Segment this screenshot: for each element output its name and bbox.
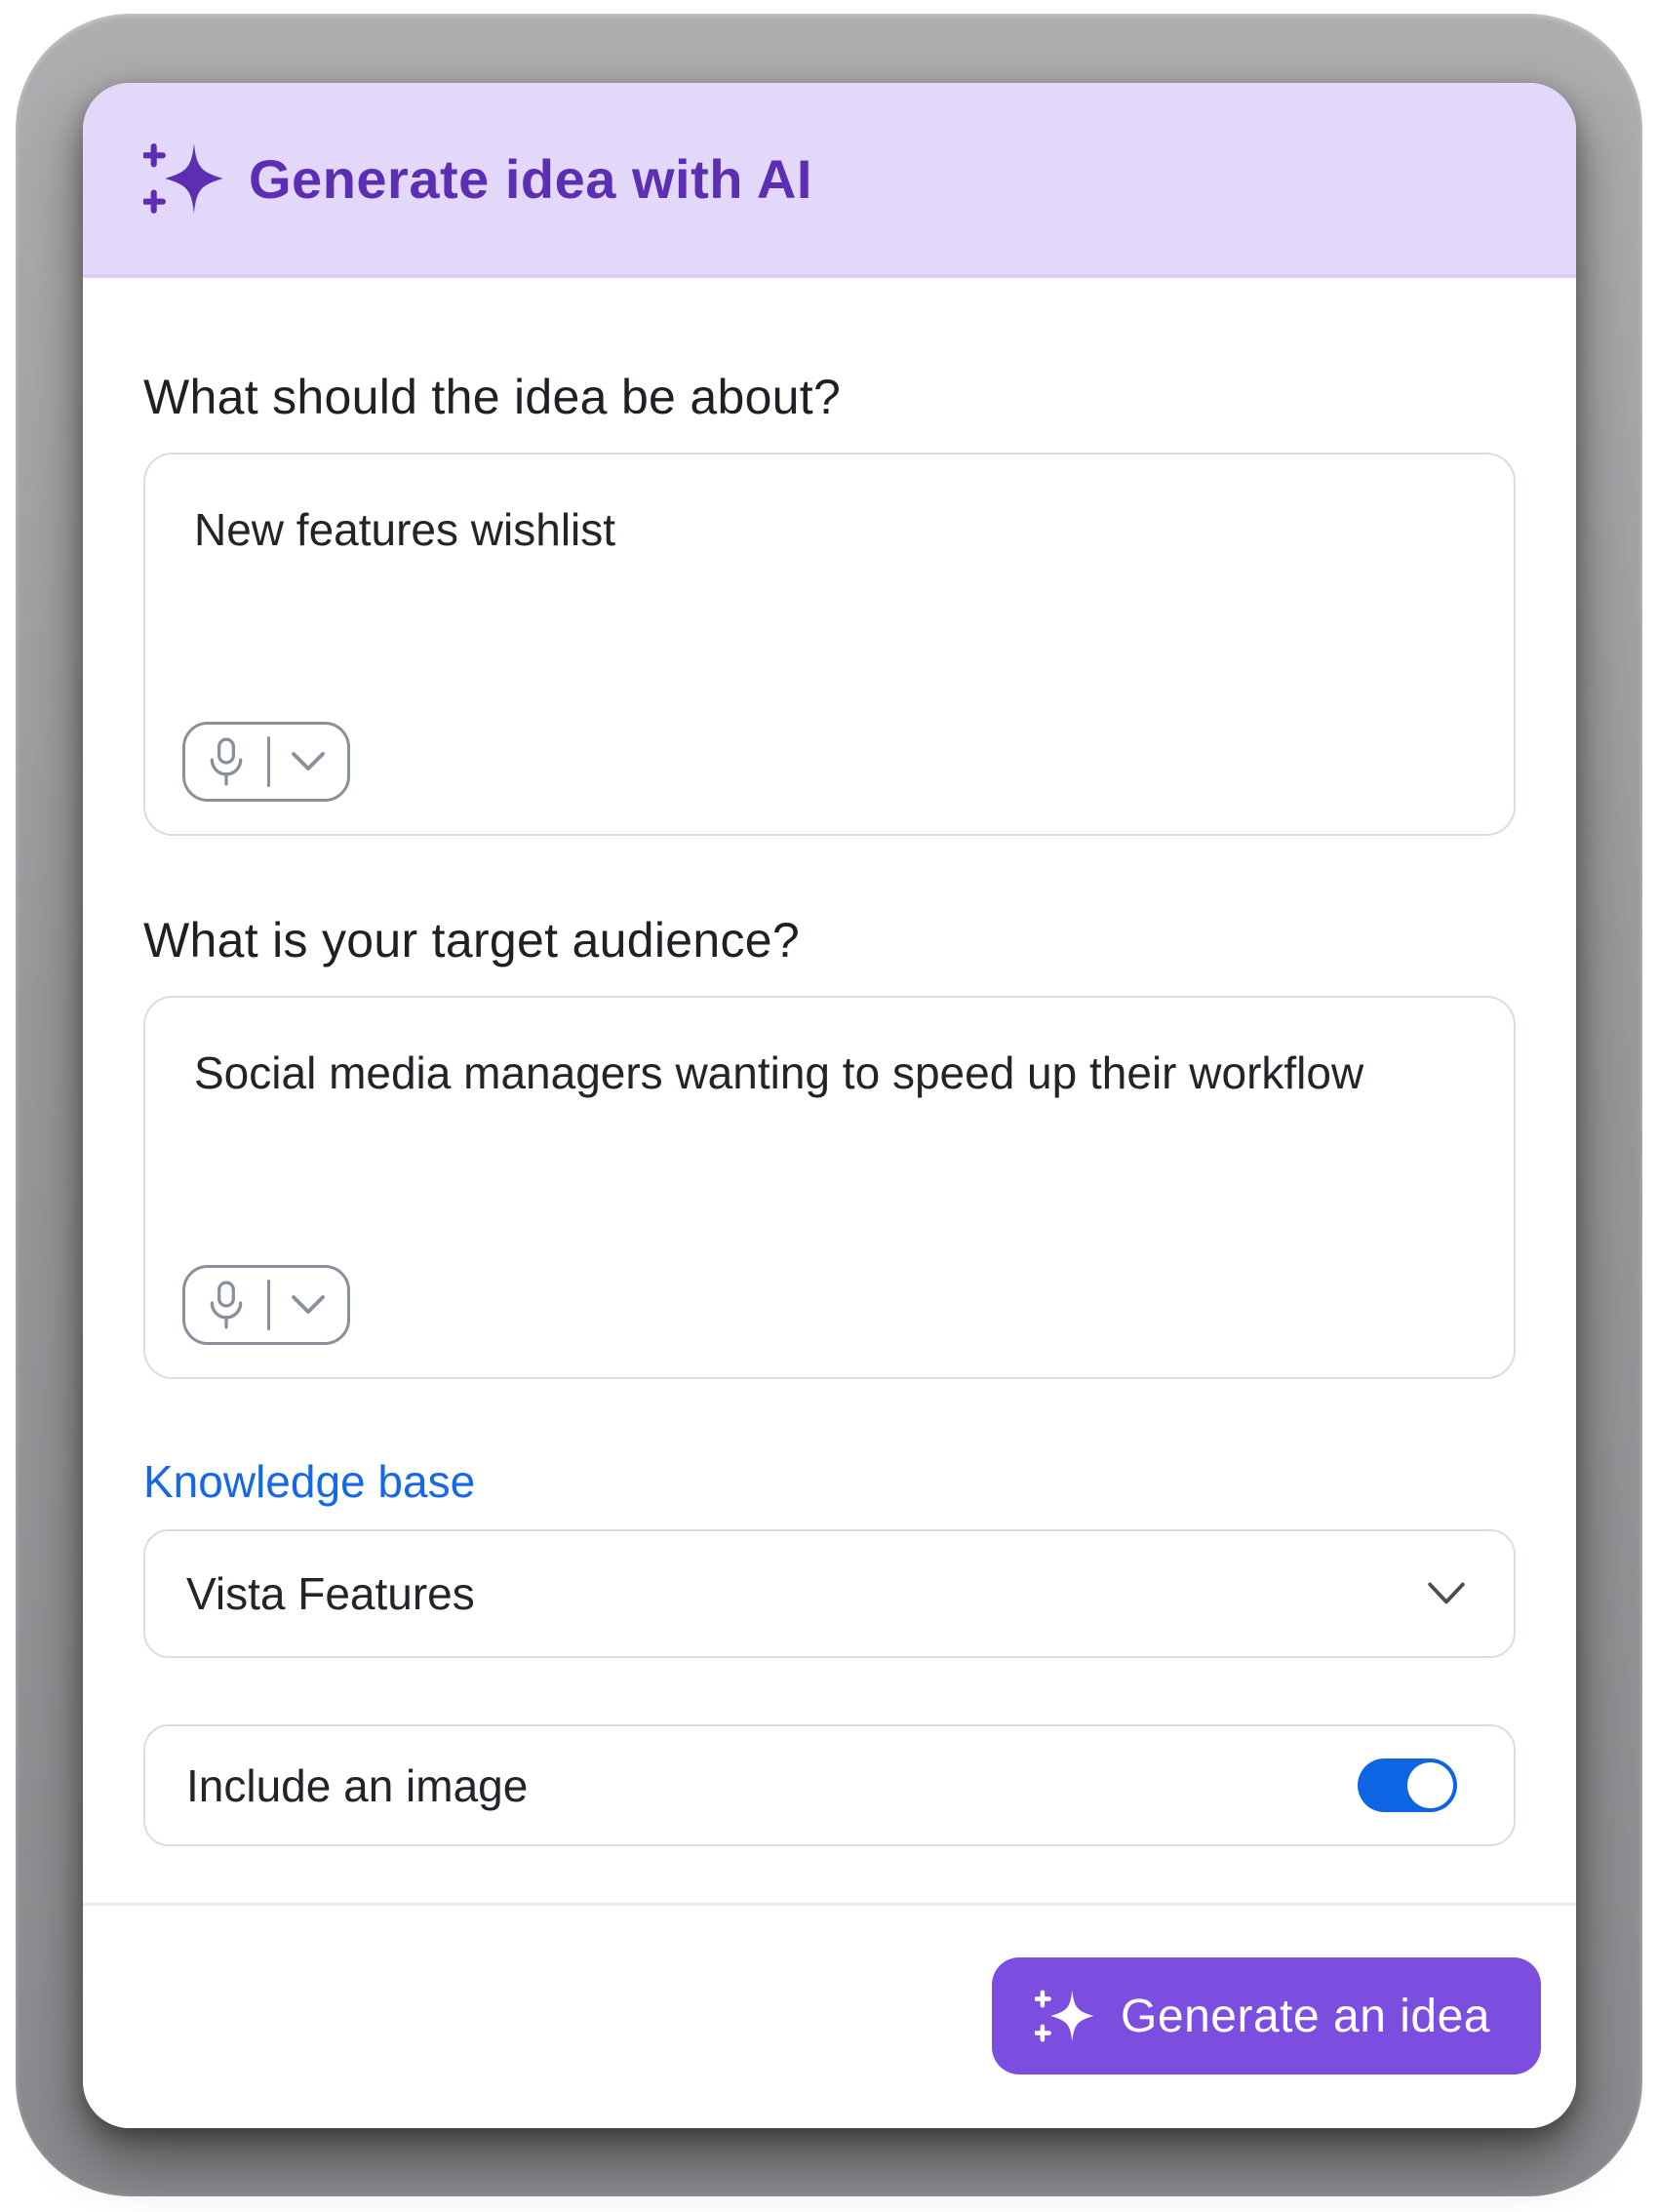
modal-title: Generate idea with AI — [249, 147, 812, 211]
include-image-row: Include an image — [143, 1724, 1516, 1846]
knowledge-base-selected-value: Vista Features — [186, 1567, 475, 1620]
microphone-icon — [205, 1280, 248, 1330]
toggle-knob — [1407, 1762, 1453, 1808]
microphone-icon — [205, 736, 248, 787]
include-image-label: Include an image — [186, 1759, 528, 1812]
audience-question-label: What is your target audience? — [143, 912, 1516, 968]
knowledge-base-link[interactable]: Knowledge base — [143, 1455, 475, 1508]
modal-footer: Generate an idea — [83, 1903, 1576, 2128]
audience-field-container: Social media managers wanting to speed u… — [143, 996, 1516, 1379]
audience-mic-button[interactable] — [182, 1265, 350, 1345]
idea-question-label: What should the idea be about? — [143, 369, 1516, 425]
sparkle-icon — [1035, 1987, 1095, 2045]
sparkle-icon — [143, 139, 225, 217]
chevron-down-icon — [289, 1292, 328, 1318]
include-image-toggle[interactable] — [1358, 1758, 1457, 1812]
chevron-down-icon — [289, 749, 328, 774]
idea-textarea[interactable]: New features wishlist — [145, 454, 1514, 834]
modal-body: What should the idea be about? New featu… — [83, 278, 1576, 1903]
audience-textarea[interactable]: Social media managers wanting to speed u… — [145, 998, 1514, 1377]
idea-field-container: New features wishlist — [143, 453, 1516, 836]
knowledge-base-select[interactable]: Vista Features — [143, 1529, 1516, 1658]
generate-idea-modal: Generate idea with AI What should the id… — [83, 83, 1576, 2128]
generate-idea-button[interactable]: Generate an idea — [992, 1957, 1541, 2074]
mic-divider — [267, 736, 270, 787]
mic-divider — [267, 1280, 270, 1330]
generate-button-label: Generate an idea — [1121, 1990, 1490, 2043]
chevron-down-icon — [1426, 1580, 1467, 1607]
idea-mic-button[interactable] — [182, 722, 350, 802]
modal-header: Generate idea with AI — [83, 83, 1576, 278]
